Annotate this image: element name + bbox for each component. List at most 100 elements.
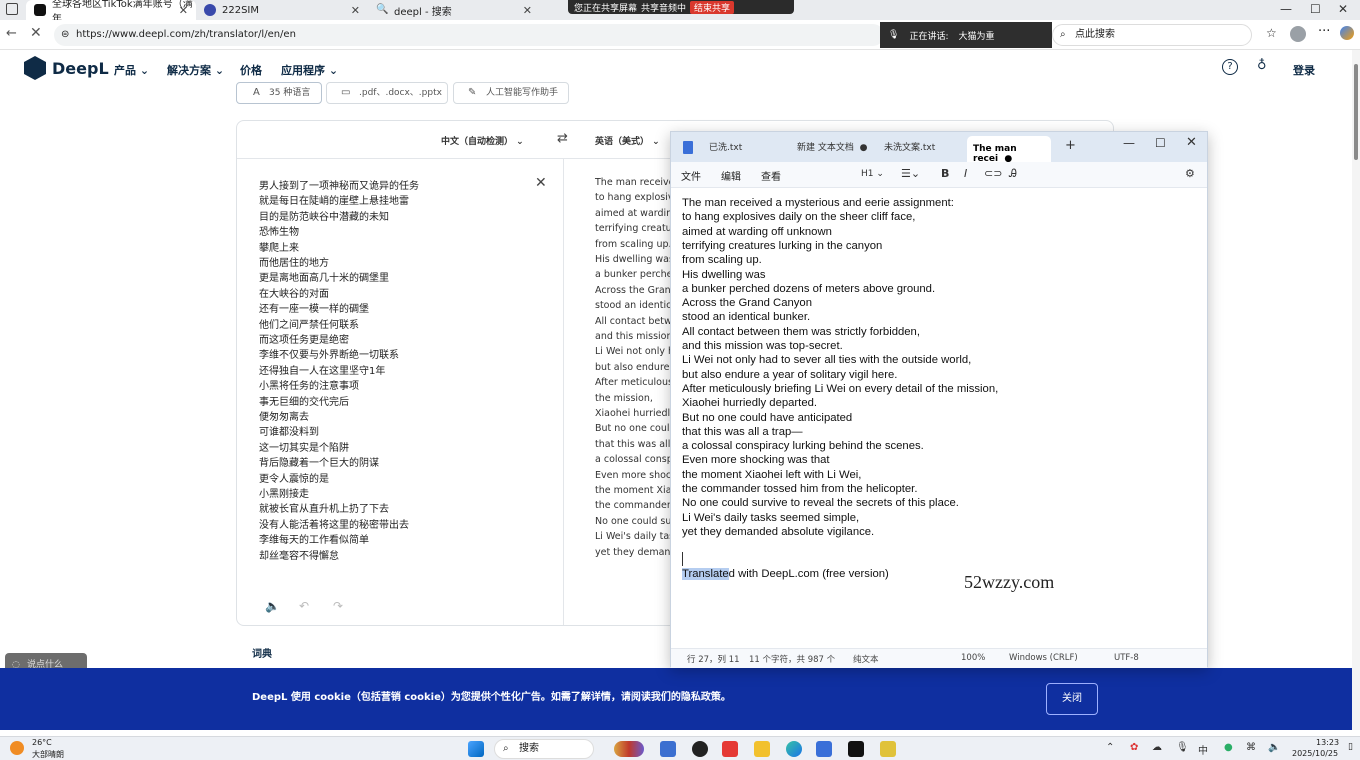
target-text-line: to hang explosiv (595, 192, 674, 204)
cookie-close-button[interactable]: 关闭 (1046, 683, 1098, 715)
nav-solutions[interactable]: 解决方案 ⌄ (167, 62, 224, 78)
undo-icon[interactable]: ↶ (299, 599, 309, 613)
close-tab-icon[interactable]: ✕ (523, 4, 532, 17)
notepad-text-line: to hang explosives daily on the sheer cl… (682, 211, 916, 224)
target-text-line: Xiaohei hurriedly (595, 408, 676, 419)
wps-app-icon[interactable] (722, 741, 738, 757)
share-audio[interactable]: 共享音频中 (641, 1, 686, 14)
target-language-select[interactable]: 英语（美式） ⌄ (595, 134, 660, 147)
maximize-icon[interactable]: ☐ (1155, 136, 1166, 150)
clock-time[interactable]: 13:23 (1316, 738, 1339, 747)
sticky-app-icon[interactable] (880, 741, 896, 757)
nav-apps[interactable]: 应用程序 ⌄ (281, 62, 338, 78)
source-text-line: 可谁都没料到 (259, 427, 319, 439)
source-language-select[interactable]: 中文（自动检测） ⌄ (441, 134, 524, 147)
watermark-text: 52wzzy.com (964, 572, 1055, 592)
browser-tab-tiktok[interactable]: 全球各地区TikTok满年账号（满年 ✕ (26, 0, 196, 25)
lightbulb-icon[interactable]: ♁ (1257, 58, 1267, 73)
nav-pricing[interactable]: 价格 (240, 62, 262, 78)
ime-indicator[interactable]: 中 (1198, 742, 1208, 757)
page-scrollbar[interactable] (1352, 50, 1360, 730)
voice-label: 正在讲话: (909, 31, 949, 42)
list-icon[interactable]: ☰⌄ (901, 167, 920, 180)
menu-edit[interactable]: 编辑 (721, 168, 741, 183)
notepad-tab-1[interactable]: 已洗.txt (709, 140, 742, 153)
chip-writing-assistant[interactable]: ✎ 人工智能写作助手 (453, 82, 569, 104)
tray-overflow-icon[interactable]: ⌃ (1106, 742, 1114, 753)
notepad-app-icon[interactable] (816, 741, 832, 757)
target-text-line: The man receive (595, 177, 675, 188)
favorites-icon[interactable]: ☆ (1266, 26, 1277, 40)
address-bar[interactable]: ⊜ https://www.deepl.com/zh/translator/l/… (54, 24, 884, 46)
status-format[interactable]: 纯文本 (853, 653, 879, 665)
notepad-tab-3[interactable]: 未洗文案.txt (884, 140, 935, 153)
target-text-line: All contact betw (595, 315, 672, 327)
notepad-tab-2[interactable]: 新建 文本文档 ● (797, 140, 867, 153)
loading-icon[interactable]: ✕ (30, 25, 42, 41)
weather-icon[interactable] (10, 741, 24, 755)
browser-tab-deepl-search[interactable]: 🔍 deepl - 搜索 ✕ (368, 0, 540, 20)
new-tab-icon[interactable]: + (1065, 138, 1076, 153)
stop-share-button[interactable]: 结束共享 (690, 0, 735, 14)
link-icon[interactable]: ⊂⊃ (984, 167, 1002, 180)
notification-icon[interactable]: ▯ (1348, 742, 1353, 752)
network-icon[interactable]: ⌘ (1246, 742, 1256, 753)
menu-view[interactable]: 查看 (761, 168, 781, 183)
back-icon[interactable]: ← (6, 26, 17, 41)
taskbar-search[interactable]: ⌕ 搜索 (494, 739, 594, 759)
browser-tab-222sim[interactable]: 222SIM ✕ (196, 0, 368, 20)
close-icon[interactable]: ✕ (1186, 135, 1197, 150)
tab-actions-icon[interactable] (6, 3, 18, 15)
cloud-icon[interactable]: ☁ (1152, 742, 1162, 753)
scrollbar-thumb[interactable] (1354, 64, 1358, 160)
photos-app-icon[interactable] (660, 741, 676, 757)
more-icon[interactable]: ··· (1318, 24, 1330, 39)
chip-languages[interactable]: A 35 种语言 (236, 82, 322, 104)
clear-format-icon[interactable]: Ꭿ (1009, 167, 1017, 181)
maximize-icon[interactable]: ☐ (1310, 2, 1321, 16)
status-zoom[interactable]: 100% (961, 653, 985, 663)
bold-icon[interactable]: B (941, 167, 949, 180)
write-icon: ✎ (468, 87, 477, 98)
paint-app-icon[interactable] (614, 741, 644, 757)
deepl-brand[interactable]: DeepL (52, 59, 109, 78)
target-text-line: the commander (595, 500, 671, 512)
mic-tray-icon[interactable]: 🎙 (1176, 742, 1189, 753)
status-encoding[interactable]: UTF-8 (1114, 653, 1139, 663)
clock-date[interactable]: 2025/10/25 (1292, 749, 1338, 758)
menu-file[interactable]: 文件 (681, 168, 701, 183)
edge-browser-icon[interactable] (786, 741, 802, 757)
source-text-line: 便匆匆离去 (259, 412, 309, 423)
volume-icon[interactable]: 🔈 (1268, 742, 1280, 753)
copilot-icon[interactable] (1340, 26, 1354, 40)
status-eol[interactable]: Windows (CRLF) (1009, 653, 1078, 663)
file-explorer-icon[interactable] (754, 741, 770, 757)
settings-icon[interactable]: ⚙ (1185, 167, 1195, 180)
heading-select[interactable]: H1 ⌄ (861, 169, 884, 179)
browser-search-box[interactable]: ⌕ 点此搜索 (1052, 24, 1252, 46)
site-info-icon[interactable]: ⊜ (61, 24, 69, 46)
italic-icon[interactable]: I (964, 167, 967, 180)
start-icon[interactable] (468, 741, 484, 757)
capcut-app-icon[interactable] (848, 741, 864, 757)
close-window-icon[interactable]: ✕ (1338, 2, 1348, 16)
tray-app-icon[interactable]: ✿ (1130, 742, 1138, 753)
speaker-icon[interactable]: 🔈 (265, 599, 280, 613)
notepad-tab-active[interactable]: The man recei ● (967, 136, 1051, 164)
nav-products[interactable]: 产品 ⌄ (114, 62, 149, 78)
redo-icon[interactable]: ↷ (333, 599, 343, 613)
swap-languages-icon[interactable]: ⇄ (557, 131, 568, 146)
deepl-logo-icon[interactable] (24, 56, 46, 80)
clear-text-icon[interactable]: ✕ (535, 175, 547, 191)
chip-file-types[interactable]: ▭ .pdf、.docx、.pptx (326, 82, 448, 104)
notepad-menu-bar: 文件 编辑 查看 H1 ⌄ ☰⌄ B I ⊂⊃ Ꭿ ⚙ (671, 162, 1207, 188)
wechat-tray-icon[interactable]: ● (1224, 742, 1233, 753)
close-tab-icon[interactable]: ✕ (351, 4, 360, 17)
profile-avatar[interactable] (1290, 26, 1306, 42)
help-icon[interactable]: ? (1222, 59, 1238, 75)
login-link[interactable]: 登录 (1293, 62, 1315, 78)
minimize-icon[interactable]: — (1280, 2, 1292, 16)
record-app-icon[interactable] (692, 741, 708, 757)
minimize-icon[interactable]: — (1123, 136, 1135, 150)
close-tab-icon[interactable]: ✕ (179, 4, 188, 17)
